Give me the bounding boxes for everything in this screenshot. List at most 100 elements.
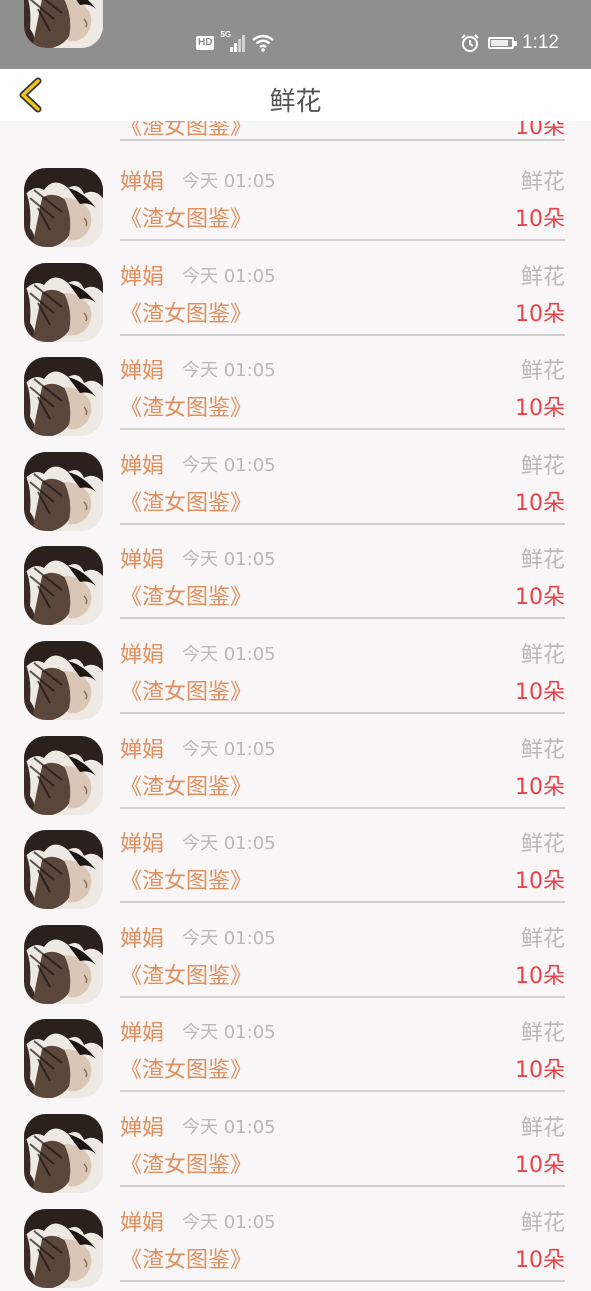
gift-type: 鲜花 xyxy=(520,170,565,195)
list-item[interactable]: 婵娟 今天 01:05 鲜花《渣女图鉴》 10朵 xyxy=(0,1102,591,1197)
divider xyxy=(120,333,565,336)
avatar[interactable] xyxy=(24,1208,103,1288)
sender-name: 婵娟 xyxy=(120,453,165,479)
list-item[interactable]: 婵娟 今天 01:05 鲜花《渣女图鉴》 10朵 xyxy=(0,629,591,724)
list-item[interactable]: 婵娟 今天 01:05 鲜花《渣女图鉴》 10朵 xyxy=(0,534,591,629)
sender-name: 婵娟 xyxy=(120,832,165,858)
sender-name: 婵娟 xyxy=(120,642,165,668)
avatar[interactable] xyxy=(24,168,103,247)
gift-count: 10朵 xyxy=(515,963,565,989)
avatar[interactable] xyxy=(24,640,103,720)
timestamp: 今天 01:05 xyxy=(182,927,276,949)
list-item[interactable]: 婵娟 今天 01:05 鲜花《渣女图鉴》 10朵 xyxy=(0,1197,591,1291)
sender-name: 婵娟 xyxy=(120,359,165,385)
gift-count: 10朵 xyxy=(515,869,565,895)
avatar[interactable] xyxy=(24,924,103,1004)
gift-count: 10朵 xyxy=(515,679,565,705)
gift-type: 鲜花 xyxy=(520,642,565,668)
divider xyxy=(120,901,565,904)
gift-type: 鲜花 xyxy=(520,737,565,763)
timestamp: 今天 01:05 xyxy=(182,171,276,192)
list-item[interactable]: 婵娟 今天 01:05 鲜花《渣女图鉴》 10朵 xyxy=(0,440,591,535)
avatar[interactable] xyxy=(24,1019,103,1099)
gift-count: 10朵 xyxy=(515,396,565,422)
timestamp: 今天 01:05 xyxy=(182,360,276,382)
gift-type: 鲜花 xyxy=(520,453,565,479)
book-title[interactable]: 《渣女图鉴》 xyxy=(120,1242,252,1274)
gift-count: 10朵 xyxy=(515,207,565,232)
divider xyxy=(120,711,565,714)
gift-type: 鲜花 xyxy=(520,264,565,290)
book-title[interactable]: 《渣女图鉴》 xyxy=(120,1052,252,1084)
book-title[interactable]: 《渣女图鉴》 xyxy=(120,390,252,422)
sender-name: 婵娟 xyxy=(120,737,165,763)
gift-count: 10朵 xyxy=(515,1152,565,1178)
divider xyxy=(120,1090,565,1093)
divider xyxy=(120,995,565,998)
gift-type: 鲜花 xyxy=(520,1210,565,1236)
sender-name: 婵娟 xyxy=(120,926,165,952)
timestamp: 今天 01:05 xyxy=(182,1211,276,1233)
timestamp: 今天 01:05 xyxy=(182,738,276,760)
timestamp: 今天 01:05 xyxy=(182,1022,276,1044)
book-title[interactable]: 《渣女图鉴》 xyxy=(120,296,252,328)
gift-type: 鲜花 xyxy=(520,1115,565,1141)
gift-type: 鲜花 xyxy=(520,548,565,574)
gift-type: 鲜花 xyxy=(520,359,565,385)
gift-count: 10朵 xyxy=(515,585,565,611)
book-title[interactable]: 《渣女图鉴》 xyxy=(120,674,252,706)
gift-count: 10朵 xyxy=(515,1247,565,1273)
book-title[interactable]: 《渣女图鉴》 xyxy=(120,958,252,990)
avatar[interactable] xyxy=(24,546,103,626)
divider xyxy=(120,617,565,620)
avatar[interactable] xyxy=(24,735,103,815)
timestamp: 今天 01:05 xyxy=(182,265,276,287)
divider xyxy=(120,522,565,525)
list-item[interactable]: 婵娟 今天 01:05 鲜花《渣女图鉴》 10朵 xyxy=(0,724,591,819)
gift-type: 鲜花 xyxy=(520,1021,565,1047)
book-title[interactable]: 《渣女图鉴》 xyxy=(120,863,252,895)
gift-count: 10朵 xyxy=(515,490,565,516)
timestamp: 今天 01:05 xyxy=(182,833,276,855)
list-item[interactable]: 婵娟 今天 01:05 鲜花《渣女图鉴》 10朵 xyxy=(0,818,591,913)
page-title: 鲜花 xyxy=(269,87,322,117)
book-title[interactable]: 《渣女图鉴》 xyxy=(120,201,252,233)
title-bar: 鲜花 xyxy=(0,69,591,121)
divider xyxy=(120,806,565,809)
divider xyxy=(120,1184,565,1187)
avatar[interactable] xyxy=(24,357,103,437)
avatar[interactable] xyxy=(24,451,103,531)
sender-name: 婵娟 xyxy=(120,170,165,195)
divider xyxy=(120,239,565,241)
book-title[interactable]: 《渣女图鉴》 xyxy=(120,485,252,517)
timestamp: 今天 01:05 xyxy=(182,643,276,665)
book-title[interactable]: 《渣女图鉴》 xyxy=(120,769,252,801)
avatar[interactable] xyxy=(24,830,103,910)
timestamp: 今天 01:05 xyxy=(182,1116,276,1138)
sender-name: 婵娟 xyxy=(120,1210,165,1236)
list-item[interactable]: 婵娟 今天 01:05 鲜花《渣女图鉴》 10朵 xyxy=(0,156,591,251)
book-title[interactable]: 《渣女图鉴》 xyxy=(120,579,252,611)
divider xyxy=(120,428,565,431)
gift-type: 鲜花 xyxy=(520,832,565,858)
book-title[interactable]: 《渣女图鉴》 xyxy=(120,1147,252,1179)
avatar[interactable] xyxy=(24,0,103,48)
avatar[interactable] xyxy=(24,1113,103,1193)
list-item[interactable]: 婵娟 今天 01:05 鲜花《渣女图鉴》 10朵 xyxy=(0,345,591,440)
timestamp: 今天 01:05 xyxy=(182,549,276,571)
list-item[interactable]: 婵娟 今天 01:05 鲜花《渣女图鉴》 10朵 xyxy=(0,913,591,1008)
list-item[interactable]: 婵娟 今天 01:05 鲜花《渣女图鉴》 10朵 xyxy=(0,1007,591,1102)
gift-type: 鲜花 xyxy=(520,926,565,952)
sender-name: 婵娟 xyxy=(120,1115,165,1141)
gift-count: 10朵 xyxy=(515,774,565,800)
avatar[interactable] xyxy=(24,262,103,342)
sender-name: 婵娟 xyxy=(120,548,165,574)
sender-name: 婵娟 xyxy=(120,1021,165,1047)
sender-name: 婵娟 xyxy=(120,264,165,290)
divider xyxy=(120,139,565,141)
list-item[interactable]: 婵娟 今天 01:05 鲜花《渣女图鉴》 10朵 xyxy=(0,251,591,346)
timestamp: 今天 01:05 xyxy=(182,454,276,476)
gift-count: 10朵 xyxy=(515,301,565,327)
flower-gift-list[interactable]: 《渣女图鉴》 10朵 婵娟 今天 01:05 鲜花 《渣女图鉴》 10朵 婵娟 今天 01:05… xyxy=(0,0,591,1291)
gift-count: 10朵 xyxy=(515,1058,565,1084)
